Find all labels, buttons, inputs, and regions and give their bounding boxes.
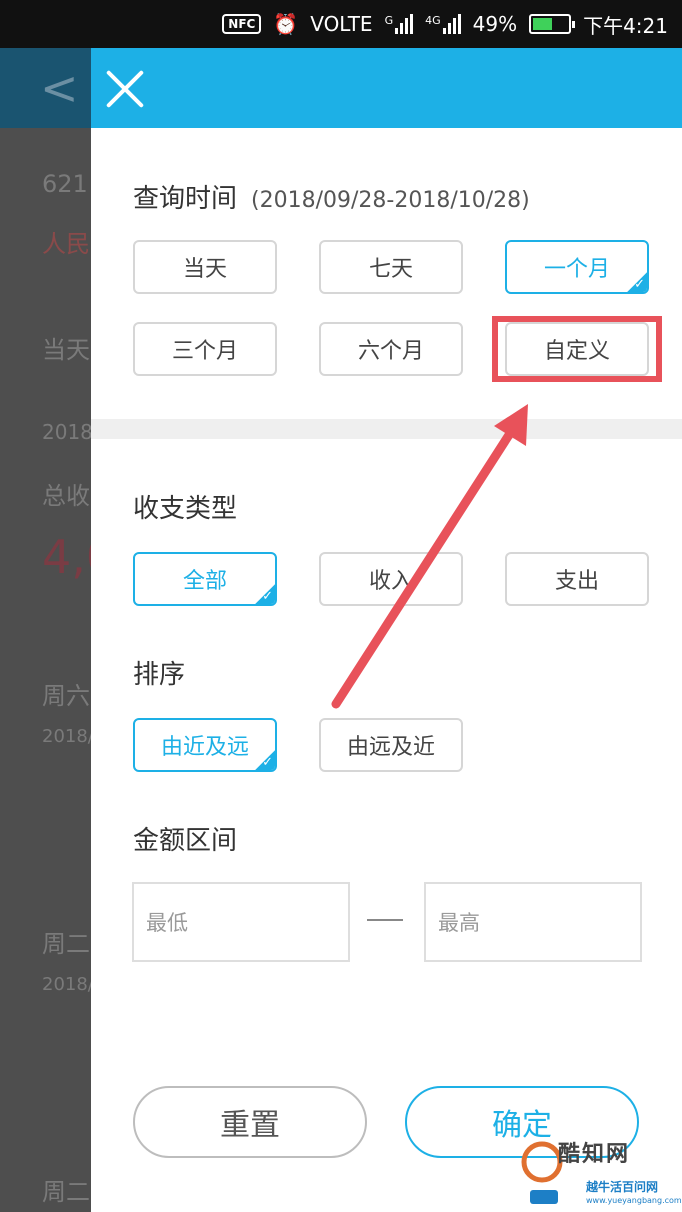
watermark-name: 酷知网 (558, 1142, 631, 1167)
check-icon: ✓ (262, 755, 273, 770)
check-icon: ✓ (634, 277, 645, 292)
watermark-url: www.yueyangbang.com (586, 1196, 682, 1205)
watermark-subtitle: 越牛活百问网 (586, 1180, 659, 1194)
check-icon: ✓ (262, 589, 273, 604)
annotation-arrow-icon (331, 404, 528, 709)
